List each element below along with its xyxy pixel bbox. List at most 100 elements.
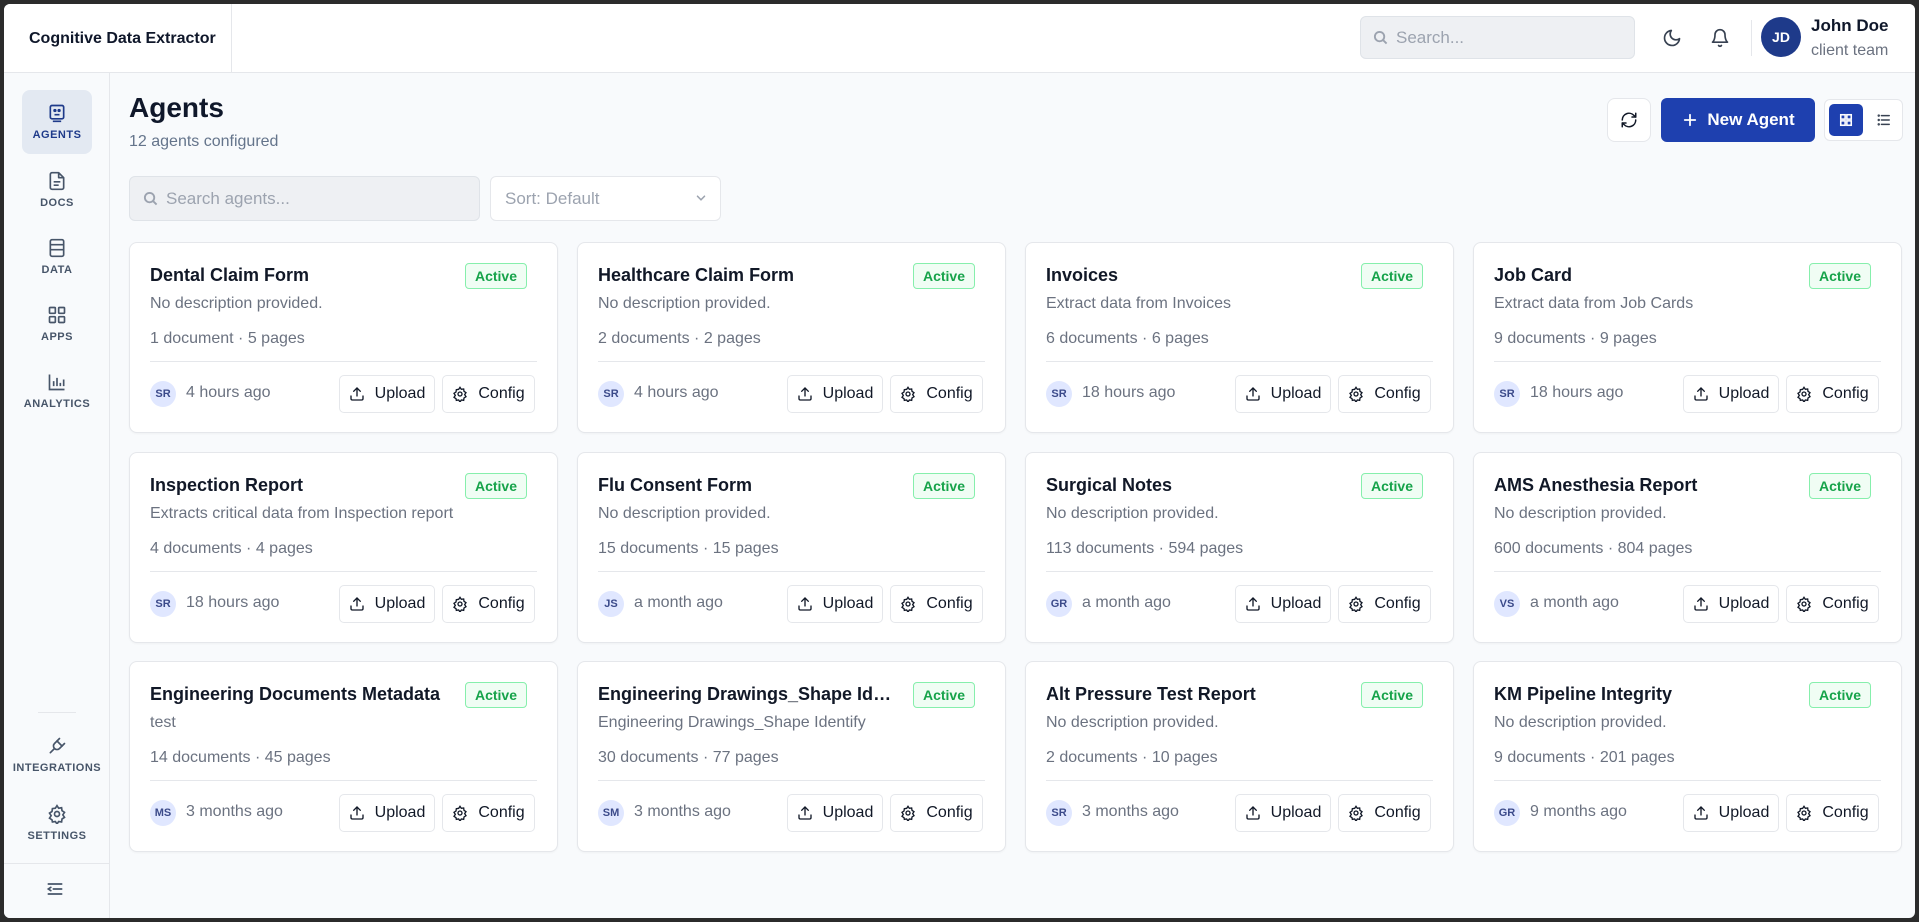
card-divider (1046, 361, 1433, 362)
sidebar-divider (38, 712, 76, 713)
agent-name[interactable]: Job Card (1494, 265, 1794, 286)
config-button[interactable]: Config (890, 585, 983, 623)
new-agent-button[interactable]: New Agent (1661, 98, 1815, 142)
upload-label: Upload (374, 804, 426, 821)
last-updated: a month ago (1530, 594, 1619, 611)
sidebar-item-integrations[interactable]: INTEGRATIONS (8, 723, 106, 787)
bar-chart-icon (48, 374, 65, 391)
sidebar-item-data[interactable]: DATA (22, 225, 92, 289)
agent-stats: 2 documents · 2 pages (598, 330, 761, 347)
upload-label: Upload (1718, 385, 1770, 402)
gear-icon (1797, 596, 1812, 612)
upload-button[interactable]: Upload (339, 794, 435, 832)
agent-card[interactable]: Engineering Drawings_Shape Ide... Active… (577, 661, 1006, 852)
config-button[interactable]: Config (442, 375, 535, 413)
upload-icon (349, 387, 364, 401)
sidebar-item-analytics[interactable]: ANALYTICS (22, 359, 92, 423)
sidebar-item-label: ANALYTICS (23, 398, 91, 410)
sort-select[interactable]: Sort: Default (490, 176, 721, 221)
status-badge: Active (464, 263, 527, 289)
last-updated: a month ago (634, 594, 723, 611)
agent-card[interactable]: Dental Claim Form Active No description … (129, 242, 558, 433)
upload-button[interactable]: Upload (1235, 375, 1331, 413)
agent-card[interactable]: Surgical Notes Active No description pro… (1025, 452, 1454, 643)
agent-description: No description provided. (150, 295, 323, 312)
agent-description: Engineering Drawings_Shape Identify (598, 714, 866, 731)
agent-name[interactable]: Engineering Drawings_Shape Ide... (598, 684, 898, 705)
dark-mode-toggle[interactable] (1660, 26, 1684, 50)
agent-description: Extract data from Invoices (1046, 295, 1231, 312)
upload-button[interactable]: Upload (1683, 375, 1779, 413)
global-search-input[interactable]: Search... (1360, 16, 1635, 59)
agent-name[interactable]: KM Pipeline Integrity (1494, 684, 1794, 705)
config-button[interactable]: Config (890, 794, 983, 832)
config-button[interactable]: Config (442, 585, 535, 623)
agent-name[interactable]: Dental Claim Form (150, 265, 450, 286)
sidebar-item-agents[interactable]: AGENTS (22, 90, 92, 154)
agent-card[interactable]: AMS Anesthesia Report Active No descript… (1473, 452, 1902, 643)
sidebar-item-apps[interactable]: APPS (22, 292, 92, 356)
agent-card[interactable]: Job Card Active Extract data from Job Ca… (1473, 242, 1902, 433)
config-button[interactable]: Config (1786, 375, 1879, 413)
upload-button[interactable]: Upload (787, 794, 883, 832)
upload-button[interactable]: Upload (339, 585, 435, 623)
agent-name[interactable]: AMS Anesthesia Report (1494, 475, 1794, 496)
config-button[interactable]: Config (1786, 794, 1879, 832)
apps-grid-icon (48, 306, 66, 324)
sidebar-item-docs[interactable]: DOCS (22, 158, 92, 222)
config-button[interactable]: Config (1786, 585, 1879, 623)
config-button[interactable]: Config (1338, 375, 1431, 413)
collapse-sidebar-button[interactable] (45, 879, 65, 904)
config-button[interactable]: Config (442, 794, 535, 832)
agent-stats: 113 documents · 594 pages (1046, 540, 1244, 557)
agent-card[interactable]: Invoices Active Extract data from Invoic… (1025, 242, 1454, 433)
gear-icon (1797, 805, 1812, 821)
list-view-button[interactable] (1867, 104, 1901, 136)
agent-card[interactable]: KM Pipeline Integrity Active No descript… (1473, 661, 1902, 852)
agent-name[interactable]: Alt Pressure Test Report (1046, 684, 1346, 705)
agent-name[interactable]: Flu Consent Form (598, 475, 898, 496)
card-divider (150, 780, 537, 781)
upload-button[interactable]: Upload (787, 375, 883, 413)
config-button[interactable]: Config (1338, 585, 1431, 623)
upload-button[interactable]: Upload (1683, 585, 1779, 623)
upload-button[interactable]: Upload (1235, 585, 1331, 623)
agent-name[interactable]: Healthcare Claim Form (598, 265, 898, 286)
status-badge: Active (464, 682, 527, 708)
agent-card[interactable]: Engineering Documents Metadata Active te… (129, 661, 558, 852)
agent-name[interactable]: Surgical Notes (1046, 475, 1346, 496)
grid-view-button[interactable] (1829, 104, 1863, 136)
agent-name[interactable]: Inspection Report (150, 475, 450, 496)
refresh-button[interactable] (1607, 98, 1651, 142)
agent-stats: 15 documents · 15 pages (598, 540, 779, 557)
sidebar: AGENTS DOCS DATA APPS ANALYTICS INTEGRAT… (4, 73, 110, 918)
user-name[interactable]: John Doe (1811, 16, 1888, 36)
upload-button[interactable]: Upload (1235, 794, 1331, 832)
search-icon (143, 191, 158, 206)
agent-name[interactable]: Engineering Documents Metadata (150, 684, 450, 705)
gear-icon (453, 596, 468, 612)
upload-button[interactable]: Upload (339, 375, 435, 413)
sidebar-item-settings[interactable]: SETTINGS (8, 791, 106, 855)
global-search-placeholder: Search... (1396, 27, 1465, 47)
upload-button[interactable]: Upload (1683, 794, 1779, 832)
agents-icon (49, 104, 65, 123)
config-label: Config (478, 385, 525, 402)
config-label: Config (478, 595, 525, 612)
upload-label: Upload (822, 595, 874, 612)
agent-search-input[interactable]: Search agents... (129, 176, 480, 221)
user-avatar[interactable]: JD (1761, 17, 1801, 57)
agent-name[interactable]: Invoices (1046, 265, 1346, 286)
config-button[interactable]: Config (890, 375, 983, 413)
agent-description: test (150, 714, 176, 731)
agent-card[interactable]: Healthcare Claim Form Active No descript… (577, 242, 1006, 433)
gear-icon (1797, 386, 1812, 402)
agent-card[interactable]: Alt Pressure Test Report Active No descr… (1025, 661, 1454, 852)
agent-card[interactable]: Flu Consent Form Active No description p… (577, 452, 1006, 643)
sidebar-divider (4, 863, 110, 864)
status-badge: Active (912, 263, 975, 289)
config-button[interactable]: Config (1338, 794, 1431, 832)
agent-card[interactable]: Inspection Report Active Extracts critic… (129, 452, 558, 643)
upload-button[interactable]: Upload (787, 585, 883, 623)
notifications-button[interactable] (1708, 26, 1732, 50)
